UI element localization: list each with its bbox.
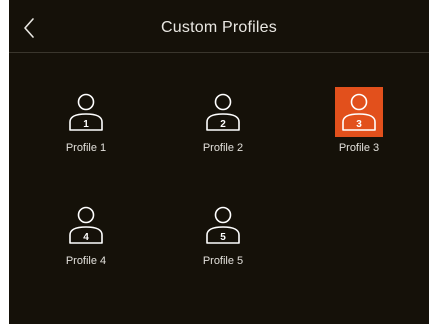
profile-icon-box: 3 <box>335 87 383 137</box>
profile-icon-box: 2 <box>199 87 247 137</box>
profile-number: 1 <box>83 119 89 130</box>
person-icon: 3 <box>342 93 376 131</box>
profile-3-button[interactable]: 3 Profile 3 <box>309 87 409 167</box>
profile-number: 4 <box>83 232 89 243</box>
person-icon: 2 <box>206 93 240 131</box>
profile-4-button[interactable]: 4 Profile 4 <box>36 200 136 280</box>
profile-label: Profile 4 <box>65 255 107 267</box>
device-screen: Custom Profiles 1 Profile 1 2 Profile 2 <box>9 0 429 324</box>
header: Custom Profiles <box>9 0 429 53</box>
profile-label: Profile 1 <box>65 142 107 154</box>
profile-number: 3 <box>356 119 362 130</box>
person-icon: 1 <box>69 93 103 131</box>
page-title: Custom Profiles <box>161 19 277 36</box>
profile-icon-box: 4 <box>62 200 110 250</box>
profile-label: Profile 2 <box>202 142 244 154</box>
profile-number: 2 <box>220 119 226 130</box>
profile-icon-box: 5 <box>199 200 247 250</box>
profile-label: Profile 3 <box>338 142 380 154</box>
person-icon: 5 <box>206 206 240 244</box>
profile-2-button[interactable]: 2 Profile 2 <box>173 87 273 167</box>
profile-number: 5 <box>220 232 226 243</box>
profile-icon-box: 1 <box>62 87 110 137</box>
profile-5-button[interactable]: 5 Profile 5 <box>173 200 273 280</box>
profile-1-button[interactable]: 1 Profile 1 <box>36 87 136 167</box>
profile-label: Profile 5 <box>202 255 244 267</box>
header-divider <box>9 52 429 53</box>
person-icon: 4 <box>69 206 103 244</box>
